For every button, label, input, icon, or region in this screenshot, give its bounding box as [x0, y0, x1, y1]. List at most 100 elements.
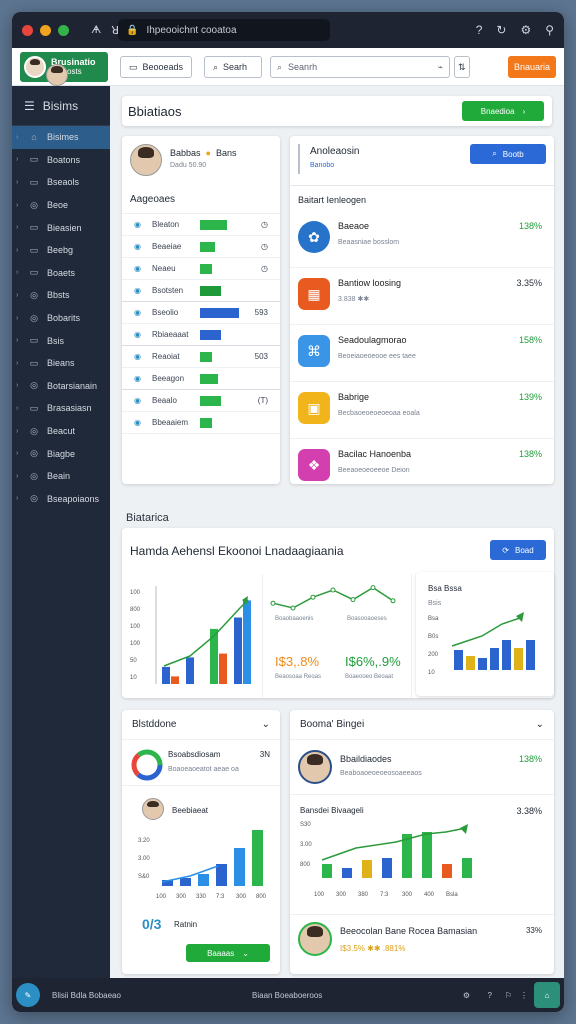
- y-tick-label: 10: [428, 670, 435, 676]
- mic-icon[interactable]: ⌁: [438, 62, 443, 73]
- item-value: 3N: [259, 750, 270, 759]
- list-item[interactable]: ◉ Reaoiat 503: [122, 346, 280, 368]
- list-item[interactable]: Bsoabsdiosam 3N Boaoeaoeatot aeae oa: [122, 740, 280, 786]
- bar: [322, 864, 332, 878]
- bar: [210, 628, 218, 684]
- page-action-button[interactable]: Bnaedioa ›: [462, 101, 544, 121]
- address-bar[interactable]: 🔒 Ihpeooichnt cooatoa: [118, 19, 330, 41]
- menu-icon[interactable]: ☰: [24, 99, 35, 113]
- product-icon: ▣: [298, 392, 330, 424]
- sidebar-item[interactable]: › ▭ Bsis: [12, 329, 110, 352]
- analytics-button[interactable]: ⟳ Boad: [490, 540, 546, 560]
- page-title: Bbiatiaos: [128, 103, 182, 119]
- list-item[interactable]: ◉ Bsotsten: [122, 280, 280, 302]
- item-name: Bsoabsdiosam: [168, 750, 221, 759]
- search-icon: ⌕: [277, 61, 283, 72]
- sidebar-item[interactable]: › ▭ Beebg: [12, 239, 110, 262]
- list-item[interactable]: ◉ Beaeiae ◷: [122, 236, 280, 258]
- product-item[interactable]: ✿ Baeaoe Beaasniae bosslom 138%: [290, 211, 554, 268]
- bar-chart: 100 800 100 100 50 10: [130, 586, 251, 684]
- sidebar-item[interactable]: › ▭ Bseaols: [12, 171, 110, 194]
- bar: [219, 653, 227, 684]
- y-tick-label: S&0: [138, 874, 150, 880]
- sidebar-item-label: Bbsts: [47, 290, 70, 301]
- item-icon: ◉: [134, 308, 141, 317]
- list-item[interactable]: ◉ Bleaton ◷: [122, 214, 280, 236]
- bottom-action-button[interactable]: Baaaas ⌄: [186, 944, 270, 962]
- help-icon[interactable]: ?: [476, 23, 483, 37]
- sidebar-item-label: Beacut: [47, 426, 76, 437]
- primary-action-button[interactable]: Bnauaria: [508, 56, 556, 78]
- search-button[interactable]: ⌕ Searh: [204, 56, 262, 78]
- nav-icon: ▭: [29, 357, 39, 368]
- list-item[interactable]: ◉ Beaalo (T): [122, 390, 280, 412]
- data-point: [390, 598, 396, 604]
- chevron-right-icon: ›: [16, 224, 19, 232]
- gear-icon[interactable]: ⚙: [463, 991, 470, 1000]
- user-avatar[interactable]: [46, 63, 68, 86]
- sidebar-item[interactable]: › ◎ Bbsts: [12, 284, 110, 307]
- notification-icon[interactable]: ⚐: [505, 991, 512, 1000]
- chevron-down-icon[interactable]: ⌄: [536, 719, 544, 730]
- sidebar-item[interactable]: › ▭ Bieasien: [12, 216, 110, 239]
- list-item[interactable]: ◉ Neaeu ◷: [122, 258, 280, 280]
- refresh-icon[interactable]: ↻: [496, 23, 506, 37]
- person-icon[interactable]: ⚲: [545, 23, 554, 37]
- sidebar-item-label: Botarsianain: [47, 380, 98, 391]
- sidebar-item[interactable]: › ▭ Brasasiasn: [12, 397, 110, 420]
- analytics-title: Hamda Aehensl Ekoonoi Lnadaagiaania: [130, 544, 344, 558]
- refresh-icon: ⟳: [502, 545, 509, 555]
- toolbar-button[interactable]: ▭ Beooeads: [120, 56, 192, 78]
- product-item[interactable]: ▣ Babrige Becbaoeoeoeoeoaa eoala 139%: [290, 382, 554, 439]
- nav-icon: ◎: [30, 425, 38, 436]
- sidebar-item[interactable]: › ▭ Boaets: [12, 262, 110, 285]
- sidebar-item[interactable]: › ◎ Beacut: [12, 420, 110, 443]
- list-item[interactable]: ◉ Bseolio 593: [122, 302, 280, 324]
- filter-button[interactable]: ⇅: [454, 56, 470, 78]
- address-text: Ihpeooichnt cooatoa: [146, 24, 237, 36]
- arrow-head: [460, 824, 468, 834]
- sidebar-item[interactable]: › ▭ Bieans: [12, 352, 110, 375]
- product-item[interactable]: ▦ Bantiow loosing 3.838 ✱✱ 3.35%: [290, 268, 554, 325]
- sidebar-item[interactable]: › ◎ Beain: [12, 465, 110, 488]
- sidebar-item[interactable]: › ◎ Bseapoiaons: [12, 488, 110, 511]
- close-window-button[interactable]: [22, 24, 33, 36]
- sidebar-item[interactable]: › ◎ Bobarits: [12, 307, 110, 330]
- footer-center-text: Biaan Boeaboeroos: [252, 990, 323, 1000]
- item-name: Beeocolan Bane Rocea Bamasian: [340, 926, 478, 936]
- search-input[interactable]: ⌕ Seanrh ⌁: [270, 56, 450, 78]
- item-bar: [200, 417, 212, 428]
- product-item[interactable]: ⌘ Seadoulagmorao Beoeiaoeoeooe ees taee …: [290, 325, 554, 382]
- maximize-window-button[interactable]: [58, 24, 69, 36]
- sidebar-item[interactable]: › ◎ Botarsianain: [12, 375, 110, 398]
- list-item[interactable]: ◉ Bbeaaiem: [122, 412, 280, 434]
- sidebar-item[interactable]: › ▭ Boatons: [12, 149, 110, 172]
- chevron-down-icon[interactable]: ⌄: [262, 719, 270, 730]
- chevron-right-icon: ›: [16, 133, 19, 141]
- product-sub: Beoeiaoeoeooe ees taee: [338, 353, 416, 360]
- x-tick-label: 400: [424, 892, 435, 898]
- tab-icon[interactable]: ᗗ: [91, 24, 101, 37]
- settings-icon[interactable]: ⚙: [520, 23, 531, 37]
- products-button[interactable]: ⌕ Bootb: [470, 144, 546, 164]
- sidebar-item[interactable]: › ◎ Beoe: [12, 194, 110, 217]
- list-item[interactable]: ◉ Rbiaeaaat: [122, 324, 280, 346]
- minimize-window-button[interactable]: [40, 24, 51, 36]
- x-tick-label: 100: [314, 892, 325, 898]
- chat-icon[interactable]: ✎: [16, 983, 40, 1007]
- sidebar-item[interactable]: › ⌂ Bisimes: [12, 126, 110, 149]
- nav-icon: ◎: [30, 448, 38, 459]
- sidebar-item[interactable]: › ◎ Biagbe: [12, 442, 110, 465]
- y-tick-label: 800: [130, 607, 141, 613]
- help-icon[interactable]: ?: [488, 991, 492, 1000]
- left-bottom-header: Blstddone ⌄: [122, 710, 280, 740]
- nav-icon: ▭: [29, 244, 39, 255]
- product-pct: 138%: [518, 221, 542, 231]
- more-icon[interactable]: ⋮: [520, 991, 528, 1000]
- star-icon: ●: [205, 148, 211, 158]
- home-icon[interactable]: ⌂: [534, 982, 560, 1008]
- sidebar-title: Bisims: [42, 98, 79, 113]
- product-item[interactable]: ❖ Bacilac Hanoenba Beeaoeoeoeeoe Deion 1…: [290, 439, 554, 496]
- list-item[interactable]: ◉ Beeagon: [122, 368, 280, 390]
- nav-icon: ▭: [29, 176, 39, 187]
